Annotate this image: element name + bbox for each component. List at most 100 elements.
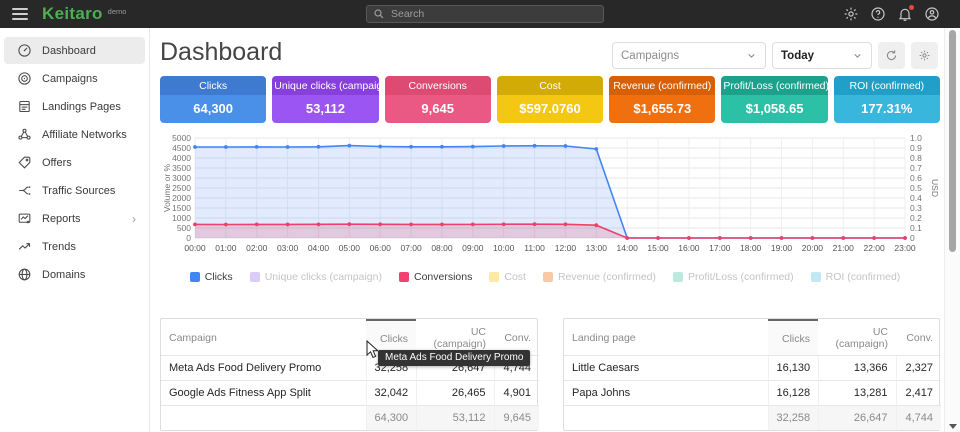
refresh-button[interactable] (878, 42, 905, 69)
trends-arrow-icon (17, 239, 32, 254)
table-row[interactable]: Papa Johns 16,128 13,281 2,417 (564, 381, 941, 406)
svg-text:01:00: 01:00 (215, 243, 237, 253)
chevron-down-icon (852, 50, 863, 61)
stat-value: 177.31% (834, 95, 940, 123)
main-content: Dashboard Campaigns Today Clicks 64,300 … (150, 28, 944, 432)
svg-text:18:00: 18:00 (740, 243, 762, 253)
legend-item-revenue[interactable]: Revenue (confirmed) (543, 271, 656, 283)
search-placeholder: Search (391, 8, 424, 20)
landing-pages-table: Landing page Clicks UC (campaign) Conv. … (563, 318, 940, 431)
svg-text:20:00: 20:00 (802, 243, 824, 253)
legend-item-unique-clicks[interactable]: Unique clicks (campaign) (250, 271, 382, 283)
stat-card-cost[interactable]: Cost $597.0760 (497, 76, 603, 123)
legend-item-roi[interactable]: ROI (confirmed) (811, 271, 901, 283)
svg-text:16:00: 16:00 (678, 243, 700, 253)
search-icon (373, 8, 385, 20)
chevron-right-icon: › (132, 212, 136, 226)
sidebar-item-domains[interactable]: Domains (4, 261, 145, 288)
brand-demo-label: demo (108, 7, 127, 16)
sidebar-item-trends[interactable]: Trends (4, 233, 145, 260)
hover-tooltip: Meta Ads Food Delivery Promo (378, 350, 530, 366)
stat-card-roi[interactable]: ROI (confirmed) 177.31% (834, 76, 940, 123)
scroll-down-arrow-icon[interactable] (949, 424, 957, 429)
svg-text:0.5: 0.5 (910, 183, 922, 193)
stat-card-profit-loss[interactable]: Profit/Loss (confirmed) $1,058.65 (721, 76, 827, 123)
legend-swatch (399, 272, 409, 282)
svg-text:0.4: 0.4 (910, 193, 922, 203)
svg-text:11:00: 11:00 (524, 243, 545, 253)
dashboard-gauge-icon (17, 43, 32, 58)
sidebar-item-reports[interactable]: Reports › (4, 205, 145, 232)
svg-text:5000: 5000 (172, 133, 191, 143)
stat-card-clicks[interactable]: Clicks 64,300 (160, 76, 266, 123)
date-range-select[interactable]: Today (772, 42, 872, 69)
notification-badge (909, 5, 914, 10)
traffic-sources-branch-icon (17, 183, 32, 198)
table-totals-row: 32,258 26,647 4,744 (564, 406, 941, 431)
sidebar-item-label: Domains (42, 269, 85, 281)
stat-value: 64,300 (160, 95, 266, 123)
traffic-chart[interactable]: 0500100015002000250030003500400045005000… (160, 132, 940, 260)
svg-text:14:00: 14:00 (617, 243, 639, 253)
sidebar-item-label: Trends (42, 241, 76, 253)
legend-swatch (489, 272, 499, 282)
svg-text:15:00: 15:00 (647, 243, 669, 253)
svg-text:500: 500 (177, 223, 191, 233)
svg-text:0.1: 0.1 (910, 223, 922, 233)
sidebar-item-affiliate-networks[interactable]: Affiliate Networks (4, 121, 145, 148)
help-icon[interactable] (870, 6, 886, 22)
legend-item-cost[interactable]: Cost (489, 271, 526, 283)
reports-chart-icon (17, 211, 32, 226)
campaigns-filter-select[interactable]: Campaigns (612, 42, 766, 69)
user-account-icon[interactable] (924, 6, 940, 22)
vertical-scrollbar[interactable] (944, 28, 960, 432)
legend-item-clicks[interactable]: Clicks (190, 271, 233, 283)
svg-text:0.8: 0.8 (910, 153, 922, 163)
col-header-uc-campaign[interactable]: UC (campaign) (818, 320, 896, 356)
sidebar-item-campaigns[interactable]: Campaigns (4, 65, 145, 92)
refresh-icon (885, 49, 898, 62)
svg-text:21:00: 21:00 (833, 243, 855, 253)
search-input[interactable]: Search (366, 5, 604, 23)
table-row[interactable]: Little Caesars 16,130 13,366 2,327 (564, 356, 941, 381)
legend-swatch (250, 272, 260, 282)
table-totals-row: 64,300 53,112 9,645 (161, 406, 539, 431)
campaigns-table: Campaign Clicks UC (campaign) Conv. Meta… (160, 318, 538, 431)
col-header-campaign[interactable]: Campaign (161, 320, 366, 356)
stat-card-conversions[interactable]: Conversions 9,645 (385, 76, 491, 123)
col-header-conv[interactable]: Conv. (896, 320, 941, 356)
sidebar-item-label: Dashboard (42, 45, 96, 57)
svg-text:4500: 4500 (172, 143, 191, 153)
legend-swatch (673, 272, 683, 282)
sidebar-item-traffic-sources[interactable]: Traffic Sources (4, 177, 145, 204)
stat-card-revenue[interactable]: Revenue (confirmed) $1,655.73 (609, 76, 715, 123)
notifications-bell-icon[interactable] (897, 6, 913, 22)
svg-text:1000: 1000 (172, 213, 191, 223)
svg-text:3500: 3500 (172, 163, 191, 173)
svg-text:03:00: 03:00 (277, 243, 299, 253)
legend-item-profit-loss[interactable]: Profit/Loss (confirmed) (673, 271, 794, 283)
sidebar-item-offers[interactable]: Offers (4, 149, 145, 176)
col-header-landing-page[interactable]: Landing page (564, 320, 768, 356)
dashboard-settings-button[interactable] (911, 42, 938, 69)
sidebar-item-landings-pages[interactable]: Landings Pages (4, 93, 145, 120)
sidebar-item-dashboard[interactable]: Dashboard (4, 37, 145, 64)
svg-text:0.2: 0.2 (910, 213, 922, 223)
stat-card-unique-clicks[interactable]: Unique clicks (campaign) 53,112 (272, 76, 378, 123)
svg-text:04:00: 04:00 (308, 243, 330, 253)
hamburger-menu-icon[interactable] (12, 8, 28, 20)
page-title: Dashboard (160, 38, 282, 67)
top-bar: Keitaro demo Search (0, 0, 960, 28)
legend-item-conversions[interactable]: Conversions (399, 271, 472, 283)
sidebar-item-label: Affiliate Networks (42, 129, 127, 141)
gear-icon (918, 49, 931, 62)
col-header-clicks[interactable]: Clicks (768, 320, 818, 356)
svg-text:23:00: 23:00 (894, 243, 916, 253)
scrollbar-thumb[interactable] (949, 30, 956, 252)
settings-gear-icon[interactable] (843, 6, 859, 22)
sidebar-item-label: Offers (42, 157, 72, 169)
table-row[interactable]: Google Ads Fitness App Split 32,042 26,4… (161, 381, 539, 406)
svg-text:2500: 2500 (172, 183, 191, 193)
svg-text:0.6: 0.6 (910, 173, 922, 183)
brand-logo[interactable]: Keitaro (42, 4, 103, 24)
